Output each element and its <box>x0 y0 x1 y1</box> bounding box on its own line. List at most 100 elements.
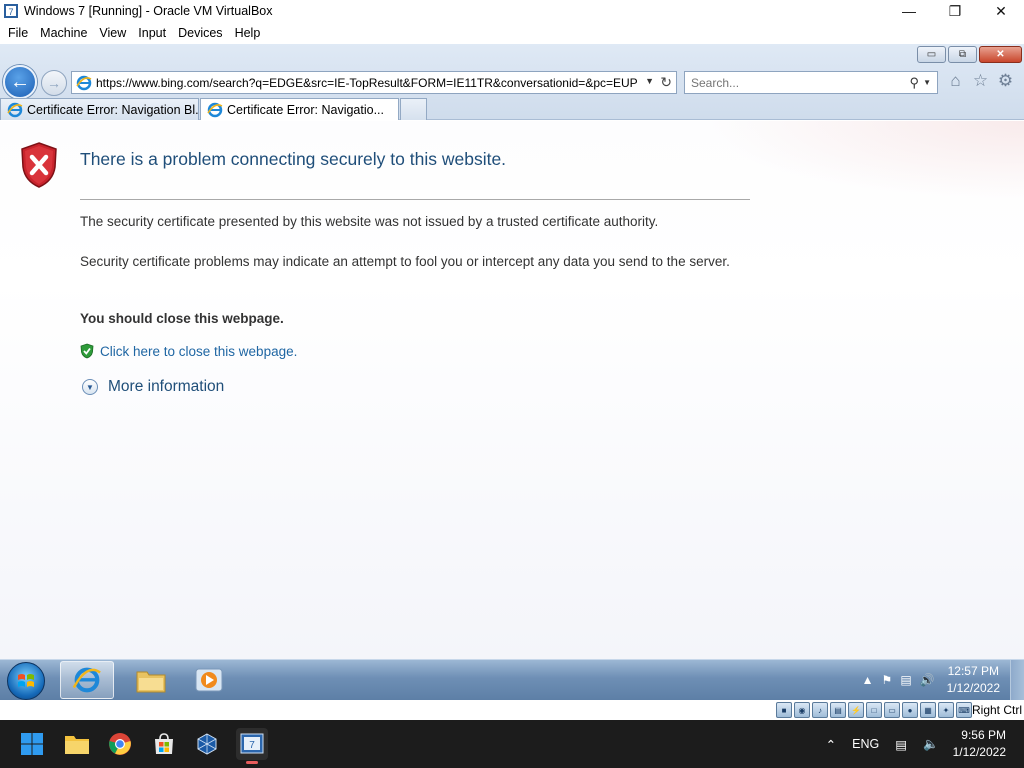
address-bar[interactable]: https://www.bing.com/search?q=EDGE&src=I… <box>71 71 677 94</box>
chevron-down-icon[interactable]: ▼ <box>82 379 98 395</box>
menu-input[interactable]: Input <box>134 26 174 40</box>
recommendation: You should close this webpage. <box>80 311 284 326</box>
usb-icon[interactable]: ⚡ <box>848 702 864 718</box>
menu-file[interactable]: File <box>4 26 36 40</box>
store-bag-icon <box>155 733 173 754</box>
virtual-machine-icon: 7 <box>240 733 264 754</box>
display-icon[interactable]: ▭ <box>884 702 900 718</box>
virtualbox-icon: 7 <box>4 4 18 18</box>
show-hidden-icons-icon[interactable]: ⌃ <box>826 737 836 752</box>
address-url[interactable]: https://www.bing.com/search?q=EDGE&src=I… <box>96 76 642 90</box>
ie-close-button[interactable]: ✕ <box>979 46 1022 63</box>
ie-minimize-button[interactable]: ▭ <box>917 46 946 63</box>
error-shield-icon <box>21 142 57 188</box>
tab-close-icon[interactable]: ✕ <box>398 103 399 117</box>
refresh-icon[interactable]: ↻ <box>660 74 672 91</box>
recording-icon[interactable]: ● <box>902 702 918 718</box>
hard-disk-icon[interactable]: ■ <box>776 702 792 718</box>
host-start-button[interactable] <box>16 728 48 760</box>
svg-text:7: 7 <box>8 7 13 17</box>
tab-certificate-error-2[interactable]: Certificate Error: Navigatio... ✕ <box>200 98 399 120</box>
win7-clock-date: 1/12/2022 <box>946 681 1000 695</box>
ie-logo-icon <box>207 102 223 117</box>
minimize-button[interactable]: — <box>886 0 932 22</box>
tools-gear-icon[interactable]: ⚙ <box>996 71 1015 91</box>
certificate-error-page: There is a problem connecting securely t… <box>0 121 1024 659</box>
tab-strip: Certificate Error: Navigation Bl... Cert… <box>0 98 428 120</box>
network-adapter-icon[interactable]: ▤ <box>830 702 846 718</box>
ie-restore-button[interactable]: ⧉ <box>948 46 977 63</box>
language-indicator[interactable]: ENG <box>852 737 879 751</box>
menu-devices[interactable]: Devices <box>174 26 230 40</box>
search-dropdown-icon[interactable]: ▼ <box>923 78 931 87</box>
search-icon[interactable]: ⚲ <box>909 75 919 91</box>
search-input[interactable] <box>691 75 891 90</box>
host-clock-date: 1/12/2022 <box>952 745 1006 759</box>
menu-machine[interactable]: Machine <box>36 26 95 40</box>
ie-toolbar: ▭ ⧉ ✕ ← → https://www.bing.com/search?q=… <box>0 44 1024 120</box>
host-taskbar: 7 ⌃ ENG ▤ 🔈 9:56 PM 1/12/2022 <box>0 720 1024 768</box>
arrow-right-icon: → <box>47 75 61 91</box>
menu-view[interactable]: View <box>95 26 134 40</box>
chrome-icon <box>109 733 131 755</box>
show-hidden-icons-icon[interactable]: ▲ <box>862 673 874 687</box>
cpu-icon[interactable]: ▦ <box>920 702 936 718</box>
windows-logo-icon <box>18 674 34 687</box>
volume-icon[interactable]: 🔈 <box>923 737 939 752</box>
tab-label: Certificate Error: Navigation Bl... <box>27 102 199 117</box>
folder-icon <box>65 736 89 754</box>
taskbar-windows-explorer[interactable] <box>124 661 178 699</box>
taskbar-media-player[interactable] <box>182 661 236 699</box>
volume-icon[interactable]: 🔊 <box>920 673 935 687</box>
action-center-flag-icon[interactable]: ⚑ <box>882 673 893 687</box>
ie-logo-icon <box>72 667 101 693</box>
title-divider <box>80 199 750 200</box>
optical-drive-icon[interactable]: ◉ <box>794 702 810 718</box>
win7-clock[interactable]: 12:57 PM 1/12/2022 <box>947 663 1000 697</box>
vbox-titlebar: 7 Windows 7 [Running] - Oracle VM Virtua… <box>0 0 1024 22</box>
arrow-left-icon: ← <box>10 70 30 93</box>
win7-system-tray: ▲ ⚑ ▤ 🔊 12:57 PM 1/12/2022 <box>858 660 1000 700</box>
tab-certificate-error-1[interactable]: Certificate Error: Navigation Bl... <box>0 98 199 120</box>
new-tab-button[interactable] <box>400 98 427 120</box>
folder-icon <box>136 671 166 693</box>
network-icon[interactable]: ▤ <box>900 673 911 687</box>
close-webpage-link[interactable]: Click here to close this webpage. <box>80 343 297 359</box>
more-information-label[interactable]: More information <box>108 378 224 396</box>
ie-logo-icon <box>76 75 92 90</box>
home-icon[interactable]: ⌂ <box>946 71 965 91</box>
taskbar-internet-explorer[interactable] <box>60 661 114 699</box>
host-system-tray: ⌃ ENG ▤ 🔈 9:56 PM 1/12/2022 <box>818 720 1006 768</box>
audio-icon[interactable]: ♪ <box>812 702 828 718</box>
host-clock[interactable]: 9:56 PM 1/12/2022 <box>953 727 1006 761</box>
ie-logo-icon <box>7 102 23 117</box>
security-warning: Security certificate problems may indica… <box>80 254 730 269</box>
search-box[interactable]: ⚲ ▼ <box>684 71 938 94</box>
back-button[interactable]: ← <box>3 65 37 99</box>
host-chrome[interactable] <box>104 728 136 760</box>
host-virtualbox-manager[interactable] <box>191 728 223 760</box>
mouse-integration-icon[interactable]: ✦ <box>938 702 954 718</box>
host-clock-time: 9:56 PM <box>961 728 1006 742</box>
tab-label: Certificate Error: Navigatio... <box>227 102 384 117</box>
address-dropdown-icon[interactable]: ▼ <box>645 76 654 86</box>
network-icon[interactable]: ▤ <box>895 737 907 752</box>
close-webpage-link-text[interactable]: Click here to close this webpage. <box>100 344 297 359</box>
host-key-label: Right Ctrl <box>971 703 1022 717</box>
favorites-star-icon[interactable]: ☆ <box>971 71 990 91</box>
host-file-explorer[interactable] <box>61 728 93 760</box>
guest-display[interactable]: ▭ ⧉ ✕ ← → https://www.bing.com/search?q=… <box>0 44 1024 700</box>
menu-help[interactable]: Help <box>231 26 269 40</box>
maximize-button[interactable]: ❐ <box>932 0 978 22</box>
close-button[interactable]: ✕ <box>978 0 1024 22</box>
more-information-toggle[interactable]: ▼ More information <box>82 378 224 396</box>
host-virtualbox-vm[interactable]: 7 <box>236 728 268 764</box>
win7-start-button[interactable] <box>7 662 45 700</box>
vbox-menubar: File Machine View Input Devices Help <box>0 22 1024 44</box>
host-microsoft-store[interactable] <box>148 728 180 760</box>
keyboard-icon[interactable]: ⌨ <box>956 702 972 718</box>
show-desktop-button[interactable] <box>1010 660 1024 700</box>
forward-button[interactable]: → <box>41 70 67 96</box>
shared-folders-icon[interactable]: □ <box>866 702 882 718</box>
media-player-icon <box>195 668 223 692</box>
